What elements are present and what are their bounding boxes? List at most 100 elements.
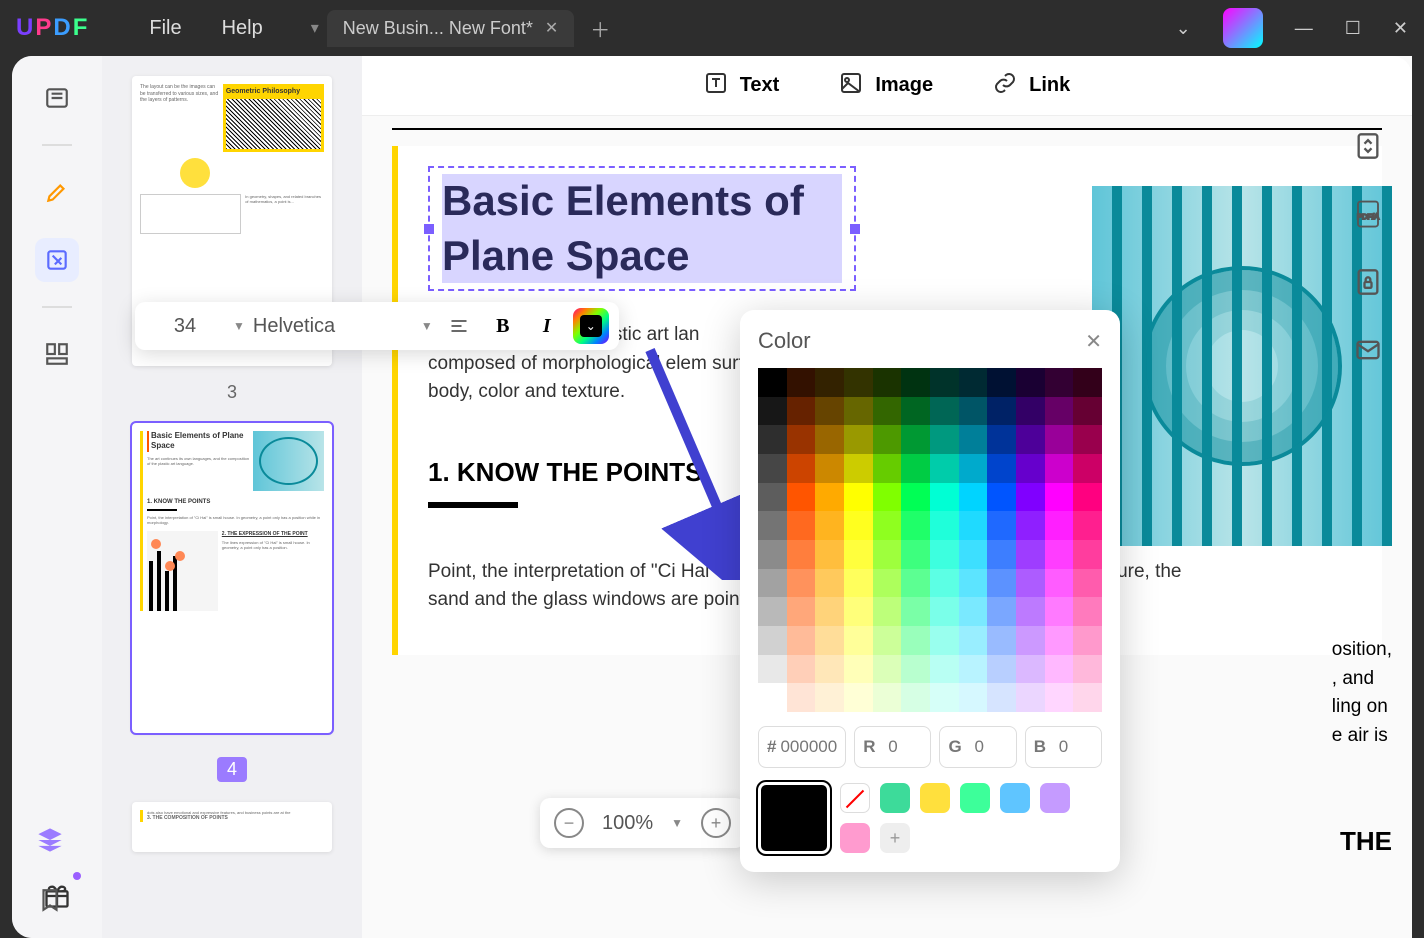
color-cell[interactable] xyxy=(930,511,959,540)
edit-tool-icon[interactable] xyxy=(35,238,79,282)
color-cell[interactable] xyxy=(1045,683,1074,712)
color-cell[interactable] xyxy=(873,511,902,540)
color-cell[interactable] xyxy=(844,540,873,569)
color-cell[interactable] xyxy=(987,511,1016,540)
color-cell[interactable] xyxy=(1045,397,1074,426)
color-cell[interactable] xyxy=(959,626,988,655)
color-cell[interactable] xyxy=(1045,655,1074,684)
color-cell[interactable] xyxy=(873,569,902,598)
color-cell[interactable] xyxy=(758,540,787,569)
color-cell[interactable] xyxy=(987,540,1016,569)
color-cell[interactable] xyxy=(1073,368,1102,397)
color-cell[interactable] xyxy=(1073,569,1102,598)
color-cell[interactable] xyxy=(787,540,816,569)
b-input[interactable]: B 0 xyxy=(1025,726,1102,768)
color-cell[interactable] xyxy=(787,683,816,712)
color-cell[interactable] xyxy=(901,483,930,512)
color-cell[interactable] xyxy=(815,683,844,712)
color-cell[interactable] xyxy=(987,397,1016,426)
color-cell[interactable] xyxy=(844,397,873,426)
color-cell[interactable] xyxy=(987,454,1016,483)
color-cell[interactable] xyxy=(1073,511,1102,540)
color-cell[interactable] xyxy=(758,368,787,397)
color-cell[interactable] xyxy=(844,626,873,655)
color-cell[interactable] xyxy=(787,368,816,397)
color-cell[interactable] xyxy=(844,655,873,684)
color-cell[interactable] xyxy=(987,655,1016,684)
color-cell[interactable] xyxy=(930,540,959,569)
color-cell[interactable] xyxy=(1073,597,1102,626)
color-cell[interactable] xyxy=(1016,511,1045,540)
color-cell[interactable] xyxy=(815,483,844,512)
color-cell[interactable] xyxy=(758,626,787,655)
color-cell[interactable] xyxy=(959,540,988,569)
bookmark-icon[interactable] xyxy=(37,887,63,918)
thumbnail-page-5[interactable]: dots also have emotional and expressive … xyxy=(132,802,332,852)
color-cell[interactable] xyxy=(1016,483,1045,512)
color-cell[interactable] xyxy=(959,655,988,684)
color-cell[interactable] xyxy=(844,683,873,712)
color-cell[interactable] xyxy=(930,626,959,655)
color-cell[interactable] xyxy=(987,626,1016,655)
color-cell[interactable] xyxy=(787,425,816,454)
color-cell[interactable] xyxy=(873,626,902,655)
color-cell[interactable] xyxy=(873,655,902,684)
color-cell[interactable] xyxy=(758,454,787,483)
color-cell[interactable] xyxy=(1045,569,1074,598)
color-cell[interactable] xyxy=(1016,368,1045,397)
color-cell[interactable] xyxy=(1016,597,1045,626)
color-cell[interactable] xyxy=(901,511,930,540)
color-cell[interactable] xyxy=(758,655,787,684)
dropdown-icon[interactable]: ⌄ xyxy=(1176,18,1191,39)
recent-swatch-4[interactable] xyxy=(1000,783,1030,813)
hex-input[interactable]: #000000 xyxy=(758,726,846,768)
color-cell[interactable] xyxy=(815,368,844,397)
color-cell[interactable] xyxy=(815,626,844,655)
color-cell[interactable] xyxy=(901,569,930,598)
color-cell[interactable] xyxy=(1073,626,1102,655)
color-cell[interactable] xyxy=(901,655,930,684)
color-cell[interactable] xyxy=(1016,425,1045,454)
color-cell[interactable] xyxy=(787,511,816,540)
color-cell[interactable] xyxy=(1045,597,1074,626)
maximize-icon[interactable]: ☐ xyxy=(1345,18,1361,39)
color-cell[interactable] xyxy=(1045,540,1074,569)
menu-help[interactable]: Help xyxy=(222,17,263,40)
color-cell[interactable] xyxy=(959,569,988,598)
color-cell[interactable] xyxy=(873,397,902,426)
color-cell[interactable] xyxy=(787,454,816,483)
recent-swatch-3[interactable] xyxy=(960,783,990,813)
zoom-in-button[interactable]: + xyxy=(701,808,731,838)
color-cell[interactable] xyxy=(815,397,844,426)
color-cell[interactable] xyxy=(873,454,902,483)
color-cell[interactable] xyxy=(901,425,930,454)
color-cell[interactable] xyxy=(1045,483,1074,512)
color-cell[interactable] xyxy=(815,569,844,598)
color-cell[interactable] xyxy=(844,368,873,397)
color-cell[interactable] xyxy=(844,483,873,512)
tab-add-button[interactable]: ＋ xyxy=(590,14,610,43)
color-cell[interactable] xyxy=(901,454,930,483)
bold-button[interactable]: B xyxy=(485,308,521,344)
color-cell[interactable] xyxy=(1073,425,1102,454)
document-tab[interactable]: New Busin... New Font* ✕ xyxy=(327,10,574,47)
color-cell[interactable] xyxy=(758,597,787,626)
heading-text[interactable]: Basic Elements of Plane Space xyxy=(442,174,842,283)
color-cell[interactable] xyxy=(758,483,787,512)
font-family-input[interactable]: Helvetica xyxy=(253,315,413,338)
color-grid[interactable] xyxy=(758,368,1102,712)
tab-list-dropdown[interactable]: ▾ xyxy=(303,10,327,46)
zoom-dropdown-icon[interactable]: ▼ xyxy=(671,816,683,830)
color-cell[interactable] xyxy=(959,483,988,512)
color-cell[interactable] xyxy=(787,483,816,512)
color-cell[interactable] xyxy=(1073,655,1102,684)
color-cell[interactable] xyxy=(1073,683,1102,712)
color-cell[interactable] xyxy=(873,597,902,626)
color-cell[interactable] xyxy=(758,683,787,712)
recent-swatch-5[interactable] xyxy=(1040,783,1070,813)
color-cell[interactable] xyxy=(987,569,1016,598)
color-cell[interactable] xyxy=(1016,454,1045,483)
color-cell[interactable] xyxy=(815,454,844,483)
color-cell[interactable] xyxy=(930,368,959,397)
recent-swatch-1[interactable] xyxy=(880,783,910,813)
